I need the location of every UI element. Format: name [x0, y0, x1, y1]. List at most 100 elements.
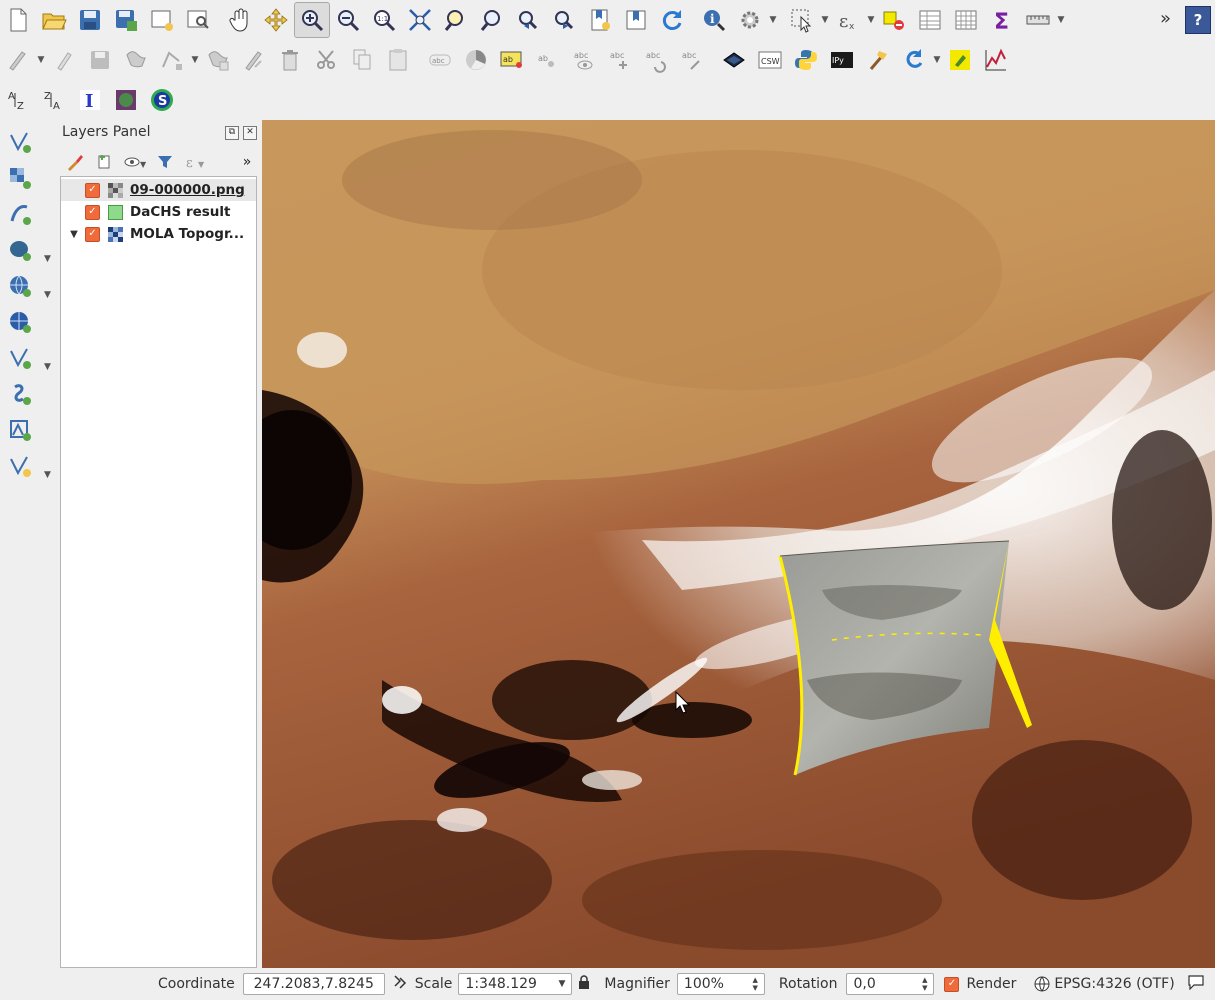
- add-virtual-layer-icon[interactable]: [0, 412, 40, 448]
- layer-visibility-checkbox[interactable]: ✓: [85, 226, 100, 242]
- move-label-icon[interactable]: abc: [602, 42, 638, 78]
- refresh-icon[interactable]: [654, 2, 690, 38]
- toolbar-overflow-button[interactable]: »: [1160, 8, 1171, 29]
- postgis-dropdown-icon[interactable]: ▼: [44, 254, 51, 264]
- plugin-manager-icon[interactable]: [942, 42, 978, 78]
- select-expression-icon[interactable]: εx: [830, 2, 866, 38]
- add-feature-icon[interactable]: [118, 42, 154, 78]
- modify-attributes-icon[interactable]: [236, 42, 272, 78]
- wfs-dropdown-icon[interactable]: ▼: [44, 362, 51, 372]
- measure-line-icon[interactable]: [1020, 2, 1056, 38]
- undo-dropdown-icon[interactable]: ▼: [932, 42, 942, 78]
- pan-icon[interactable]: [222, 2, 258, 38]
- rotate-label-icon[interactable]: abc: [638, 42, 674, 78]
- zoom-out-icon[interactable]: [330, 2, 366, 38]
- lock-scale-icon[interactable]: [578, 975, 590, 993]
- texture-plugin-icon[interactable]: [108, 82, 144, 118]
- delete-selected-icon[interactable]: [272, 42, 308, 78]
- add-spatialite-icon[interactable]: [0, 376, 40, 412]
- csw-icon[interactable]: CSW: [752, 42, 788, 78]
- deselect-icon[interactable]: [876, 2, 912, 38]
- select-dropdown-icon[interactable]: ▼: [820, 2, 830, 38]
- coordinate-field[interactable]: 247.2083,7.8245: [242, 973, 385, 995]
- undo-icon[interactable]: [896, 42, 932, 78]
- style-manager-icon[interactable]: [60, 151, 90, 173]
- map-canvas[interactable]: [262, 120, 1215, 968]
- add-postgis-icon[interactable]: [0, 232, 40, 268]
- new-project-icon[interactable]: [0, 2, 36, 38]
- zoom-selection-icon[interactable]: [438, 2, 474, 38]
- ipython-icon[interactable]: IPy: [824, 42, 860, 78]
- processing-toolbox-icon[interactable]: [860, 42, 896, 78]
- digitizing-icon[interactable]: [0, 42, 36, 78]
- rotation-spinbox[interactable]: 0,0 ▲ ▼: [846, 973, 935, 995]
- digitizing-dropdown-icon[interactable]: ▼: [36, 42, 46, 78]
- crs-button[interactable]: EPSG:4326 (OTF): [1034, 976, 1175, 992]
- s-plugin-icon[interactable]: S: [144, 82, 180, 118]
- pan-to-selection-icon[interactable]: [258, 2, 294, 38]
- float-panel-button[interactable]: ⧉: [225, 126, 239, 140]
- add-group-icon[interactable]: [90, 151, 120, 173]
- layer-diagram-icon[interactable]: [458, 42, 494, 78]
- vertex-tool-icon[interactable]: [154, 42, 190, 78]
- layer-visibility-checkbox[interactable]: ✓: [85, 182, 100, 198]
- spin-down-icon[interactable]: ▼: [922, 984, 927, 992]
- expand-layer-icon[interactable]: ▼: [67, 229, 81, 240]
- spin-up-icon[interactable]: ▲: [753, 976, 758, 984]
- add-vector-layer-icon[interactable]: [0, 124, 40, 160]
- zoom-in-icon[interactable]: [294, 2, 330, 38]
- add-wfs-icon[interactable]: [0, 340, 40, 376]
- magnifier-spinbox[interactable]: 100% ▲ ▼: [676, 973, 765, 995]
- expression-dropdown-icon[interactable]: ▼: [866, 2, 876, 38]
- label-layer-icon[interactable]: abc: [422, 42, 458, 78]
- layout-manager-icon[interactable]: [180, 2, 216, 38]
- new-layer-dropdown-icon[interactable]: ▼: [44, 470, 51, 480]
- scale-dropdown-icon[interactable]: ▼: [559, 979, 566, 989]
- add-wms-icon[interactable]: [0, 268, 40, 304]
- render-checkbox[interactable]: ✓: [944, 976, 960, 992]
- zoom-last-icon[interactable]: [510, 2, 546, 38]
- layer-row-mola-topography[interactable]: ▼ ✓ MOLA Topogr...: [61, 223, 256, 245]
- open-project-icon[interactable]: [36, 2, 72, 38]
- measure-dropdown-icon[interactable]: ▼: [1056, 2, 1066, 38]
- layers-panel-overflow-button[interactable]: »: [237, 151, 257, 173]
- samp-plugin-icon[interactable]: [716, 42, 752, 78]
- help-button[interactable]: ?: [1185, 6, 1211, 34]
- vertex-dropdown-icon[interactable]: ▼: [190, 42, 200, 78]
- save-edits-icon[interactable]: [82, 42, 118, 78]
- close-panel-button[interactable]: ✕: [243, 126, 257, 140]
- layer-row-09-000000[interactable]: ✓ 09-000000.png: [61, 179, 256, 201]
- change-label-icon[interactable]: abc: [674, 42, 710, 78]
- new-layer-icon[interactable]: [0, 448, 40, 484]
- filter-legend-icon[interactable]: [150, 151, 180, 173]
- select-features-icon[interactable]: [784, 2, 820, 38]
- manage-visibility-icon[interactable]: ▼: [120, 151, 150, 173]
- wms-dropdown-icon[interactable]: ▼: [44, 290, 51, 300]
- add-raster-layer-icon[interactable]: [0, 160, 40, 196]
- zoom-next-icon[interactable]: [546, 2, 582, 38]
- sort-za-icon[interactable]: ZA: [36, 82, 72, 118]
- filter-expression-icon[interactable]: ε ▼: [180, 151, 210, 173]
- profile-tool-icon[interactable]: [978, 42, 1014, 78]
- new-bookmark-icon[interactable]: [582, 2, 618, 38]
- layer-row-dachs-result[interactable]: ✓ DaCHS result: [61, 201, 256, 223]
- action-icon[interactable]: [732, 2, 768, 38]
- zoom-layer-icon[interactable]: [474, 2, 510, 38]
- save-as-icon[interactable]: [108, 2, 144, 38]
- add-wcs-icon[interactable]: [0, 304, 40, 340]
- highlight-pin-labels-icon[interactable]: ab: [494, 42, 530, 78]
- info-plugin-icon[interactable]: I: [72, 82, 108, 118]
- toggle-extents-icon[interactable]: [393, 974, 407, 994]
- add-ring-icon[interactable]: [200, 42, 236, 78]
- statistics-icon[interactable]: Σ: [984, 2, 1020, 38]
- identify-icon[interactable]: i: [696, 2, 732, 38]
- attribute-table-icon[interactable]: [912, 2, 948, 38]
- spin-up-icon[interactable]: ▲: [922, 976, 927, 984]
- scale-combobox[interactable]: 1:348.129 ▼: [458, 973, 573, 995]
- action-dropdown-icon[interactable]: ▼: [768, 2, 778, 38]
- toggle-editing-icon[interactable]: [46, 42, 82, 78]
- sort-az-icon[interactable]: AZ: [0, 82, 36, 118]
- python-console-icon[interactable]: [788, 42, 824, 78]
- messages-icon[interactable]: [1187, 974, 1205, 994]
- spin-down-icon[interactable]: ▼: [753, 984, 758, 992]
